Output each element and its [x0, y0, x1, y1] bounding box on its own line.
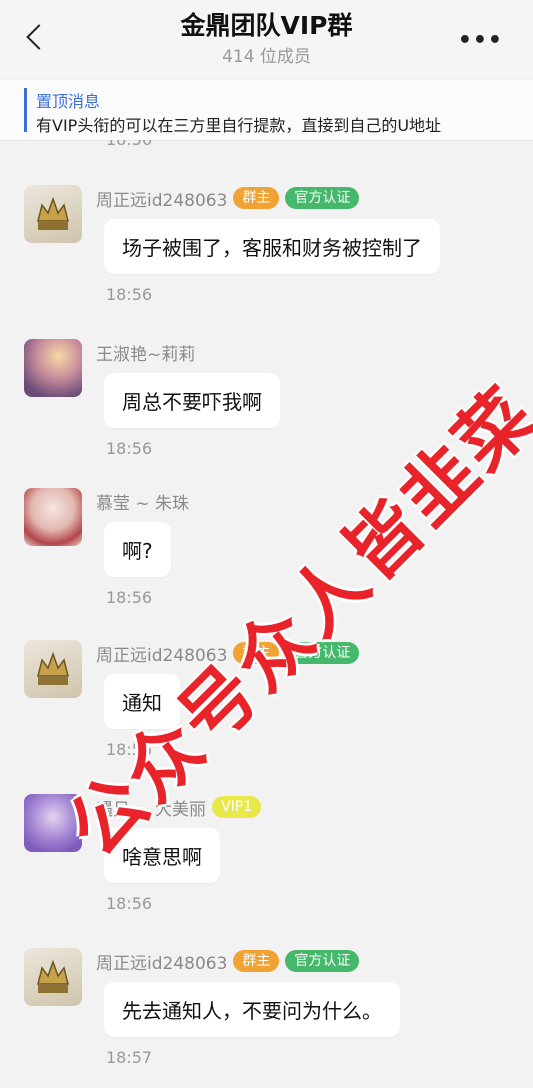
message-bubble[interactable]: 场子被围了，客服和财务被控制了	[104, 219, 440, 274]
message-time: 18:57	[106, 1048, 153, 1067]
pinned-label: 置顶消息	[36, 92, 101, 111]
vip-badge: VIP1	[212, 796, 262, 818]
member-count[interactable]: 414 位成员	[0, 42, 533, 67]
chat-header: 金鼎团队VIP群 414 位成员 •••	[0, 0, 533, 76]
owner-badge: 群主	[233, 950, 280, 972]
official-badge: 官方认证	[285, 187, 360, 209]
sender-name: 王淑艳~莉莉	[96, 344, 196, 365]
sender-name: 周正远id248063	[96, 953, 228, 974]
group-title: 金鼎团队VIP群	[180, 11, 353, 40]
pinned-message[interactable]: 置顶消息 有VIP头衔的可以在三方里自行提款，直接到自己的U地址	[0, 80, 533, 141]
message-bubble[interactable]: 周总不要吓我啊	[104, 373, 280, 428]
avatar-crown[interactable]	[24, 948, 82, 1006]
official-badge: 官方认证	[285, 950, 360, 972]
avatar-crown[interactable]	[24, 185, 82, 243]
message-time: 18:56	[106, 588, 153, 607]
avatar-girl[interactable]	[24, 488, 82, 546]
pinned-accent-bar	[24, 88, 27, 132]
owner-badge: 群主	[233, 187, 280, 209]
avatar-flower[interactable]	[24, 339, 82, 397]
chat-message: 周正远id248063 群主 官方认证 场子被围了，客服和财务被控制了 18:5…	[0, 185, 533, 325]
avatar-crown[interactable]	[24, 640, 82, 698]
sender-name: 慕莹 ~ 朱珠	[96, 493, 190, 514]
pinned-text: 有VIP头衔的可以在三方里自行提款，直接到自己的U地址	[36, 116, 442, 135]
message-bubble[interactable]: 啊?	[104, 522, 171, 577]
chat-message: 周正远id248063 群主 官方认证 先去通知人，不要问为什么。 18:57	[0, 948, 533, 1088]
message-time: 18:56	[106, 894, 153, 913]
more-dots-icon[interactable]: •••	[458, 28, 503, 53]
message-bubble[interactable]: 先去通知人，不要问为什么。	[104, 982, 400, 1037]
message-time: 18:56	[106, 285, 153, 304]
sender-name: 周正远id248063	[96, 190, 228, 211]
message-time: 18:56	[106, 439, 153, 458]
